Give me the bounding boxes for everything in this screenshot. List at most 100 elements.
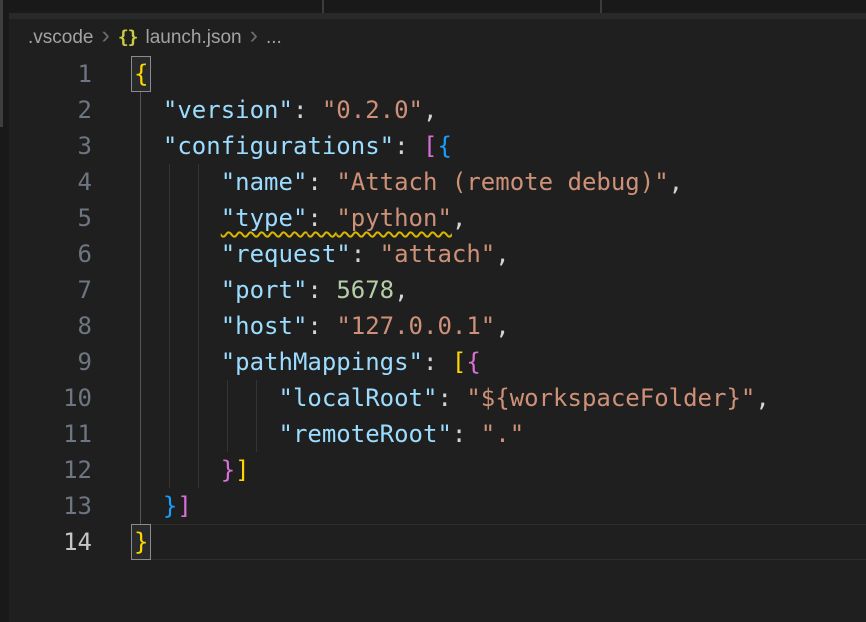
code-token	[134, 312, 221, 340]
tab-separator	[322, 0, 324, 13]
code-token: ]	[235, 456, 249, 484]
code-token: "request"	[221, 240, 351, 268]
code-token: "Attach (remote debug)"	[336, 168, 668, 196]
code-token: :	[307, 312, 336, 340]
code-token: ,	[423, 96, 437, 124]
code-token: "0.2.0"	[322, 96, 423, 124]
code-line[interactable]: 2 "version": "0.2.0",	[9, 92, 866, 128]
active-indent-guide	[140, 452, 141, 488]
window-sash	[0, 0, 3, 127]
indent-guide	[169, 272, 170, 308]
window-edge-column	[0, 0, 9, 622]
active-indent-guide	[140, 344, 141, 380]
vscode-editor-window: { "breadcrumb": { "folder": ".vscode", "…	[0, 0, 866, 622]
indent-guide	[169, 200, 170, 236]
indent-guide	[227, 416, 228, 452]
indent-guide	[198, 416, 199, 452]
indent-guide	[256, 416, 257, 452]
code-line[interactable]: 4 "name": "Attach (remote debug)",	[9, 164, 866, 200]
code-line[interactable]: 13 }]	[9, 488, 866, 524]
indent-guide	[169, 452, 170, 488]
code-token: {	[466, 348, 480, 376]
active-indent-guide	[140, 164, 141, 200]
code-line[interactable]: 5 "type": "python",	[9, 200, 866, 236]
code-token: :	[307, 168, 336, 196]
code-token: :	[307, 204, 336, 232]
code-line[interactable]: 14}	[9, 524, 866, 560]
code-token: ,	[394, 276, 408, 304]
code-line[interactable]: 10 "localRoot": "${workspaceFolder}",	[9, 380, 866, 416]
code-token: "port"	[221, 276, 308, 304]
code-token: ]	[177, 492, 191, 520]
json-file-icon: {}	[118, 27, 138, 48]
code-token: "version"	[163, 96, 293, 124]
line-number: 5	[9, 200, 92, 236]
code-line[interactable]: 7 "port": 5678,	[9, 272, 866, 308]
code-token: ,	[495, 312, 509, 340]
code-token: :	[423, 348, 452, 376]
breadcrumb-item-symbol[interactable]: ...	[266, 27, 282, 49]
code-token	[134, 384, 279, 412]
line-number: 14	[9, 524, 92, 560]
code-token: [	[452, 348, 466, 376]
indent-guide	[256, 380, 257, 416]
active-indent-guide	[140, 416, 141, 452]
code-line[interactable]: 6 "request": "attach",	[9, 236, 866, 272]
code-token: "localRoot"	[279, 384, 438, 412]
code-token: "configurations"	[163, 132, 394, 160]
code-token: :	[293, 96, 322, 124]
code-token: "pathMappings"	[221, 348, 423, 376]
active-indent-guide	[140, 380, 141, 416]
line-number: 3	[9, 128, 92, 164]
code-token: "name"	[221, 168, 308, 196]
breadcrumb-item-file[interactable]: launch.json	[146, 27, 242, 49]
line-number: 6	[9, 236, 92, 272]
code-token: "remoteRoot"	[279, 420, 452, 448]
line-number: 9	[9, 344, 92, 380]
code-line[interactable]: 9 "pathMappings": [{	[9, 344, 866, 380]
code-token: :	[437, 384, 466, 412]
code-token: "."	[481, 420, 524, 448]
code-token: }	[221, 456, 235, 484]
code-line[interactable]: 1{	[9, 56, 866, 92]
code-token	[134, 456, 221, 484]
breadcrumb: .vscode › {} launch.json › ...	[9, 19, 866, 56]
code-token: [	[423, 132, 437, 160]
code-token	[134, 240, 221, 268]
code-area[interactable]: 1{2 "version": "0.2.0",3 "configurations…	[9, 56, 866, 622]
code-token: {	[437, 132, 451, 160]
code-token	[134, 168, 221, 196]
code-token: "127.0.0.1"	[336, 312, 495, 340]
active-indent-guide	[140, 272, 141, 308]
active-indent-guide	[140, 128, 141, 164]
code-token: :	[307, 276, 336, 304]
active-indent-guide	[140, 200, 141, 236]
indent-guide	[198, 308, 199, 344]
code-token: }	[163, 492, 177, 520]
line-number: 2	[9, 92, 92, 128]
breadcrumb-item-folder[interactable]: .vscode	[28, 27, 93, 49]
line-number: 7	[9, 272, 92, 308]
line-number: 4	[9, 164, 92, 200]
code-token: "${workspaceFolder}"	[466, 384, 755, 412]
code-token	[134, 132, 163, 160]
code-line[interactable]: 8 "host": "127.0.0.1",	[9, 308, 866, 344]
indent-guide	[198, 200, 199, 236]
indent-guide	[227, 380, 228, 416]
active-indent-guide	[140, 488, 141, 524]
code-line[interactable]: 12 }]	[9, 452, 866, 488]
code-token: :	[394, 132, 423, 160]
line-number: 13	[9, 488, 92, 524]
code-token: "type"	[221, 204, 308, 232]
code-token: ,	[495, 240, 509, 268]
code-token	[134, 204, 221, 232]
code-line[interactable]: 11 "remoteRoot": "."	[9, 416, 866, 452]
indent-guide	[198, 452, 199, 488]
code-line[interactable]: 3 "configurations": [{	[9, 128, 866, 164]
code-token	[134, 96, 163, 124]
line-number: 10	[9, 380, 92, 416]
indent-guide	[198, 344, 199, 380]
chevron-right-icon: ›	[250, 23, 258, 48]
code-token: "attach"	[380, 240, 496, 268]
indent-guide	[169, 344, 170, 380]
